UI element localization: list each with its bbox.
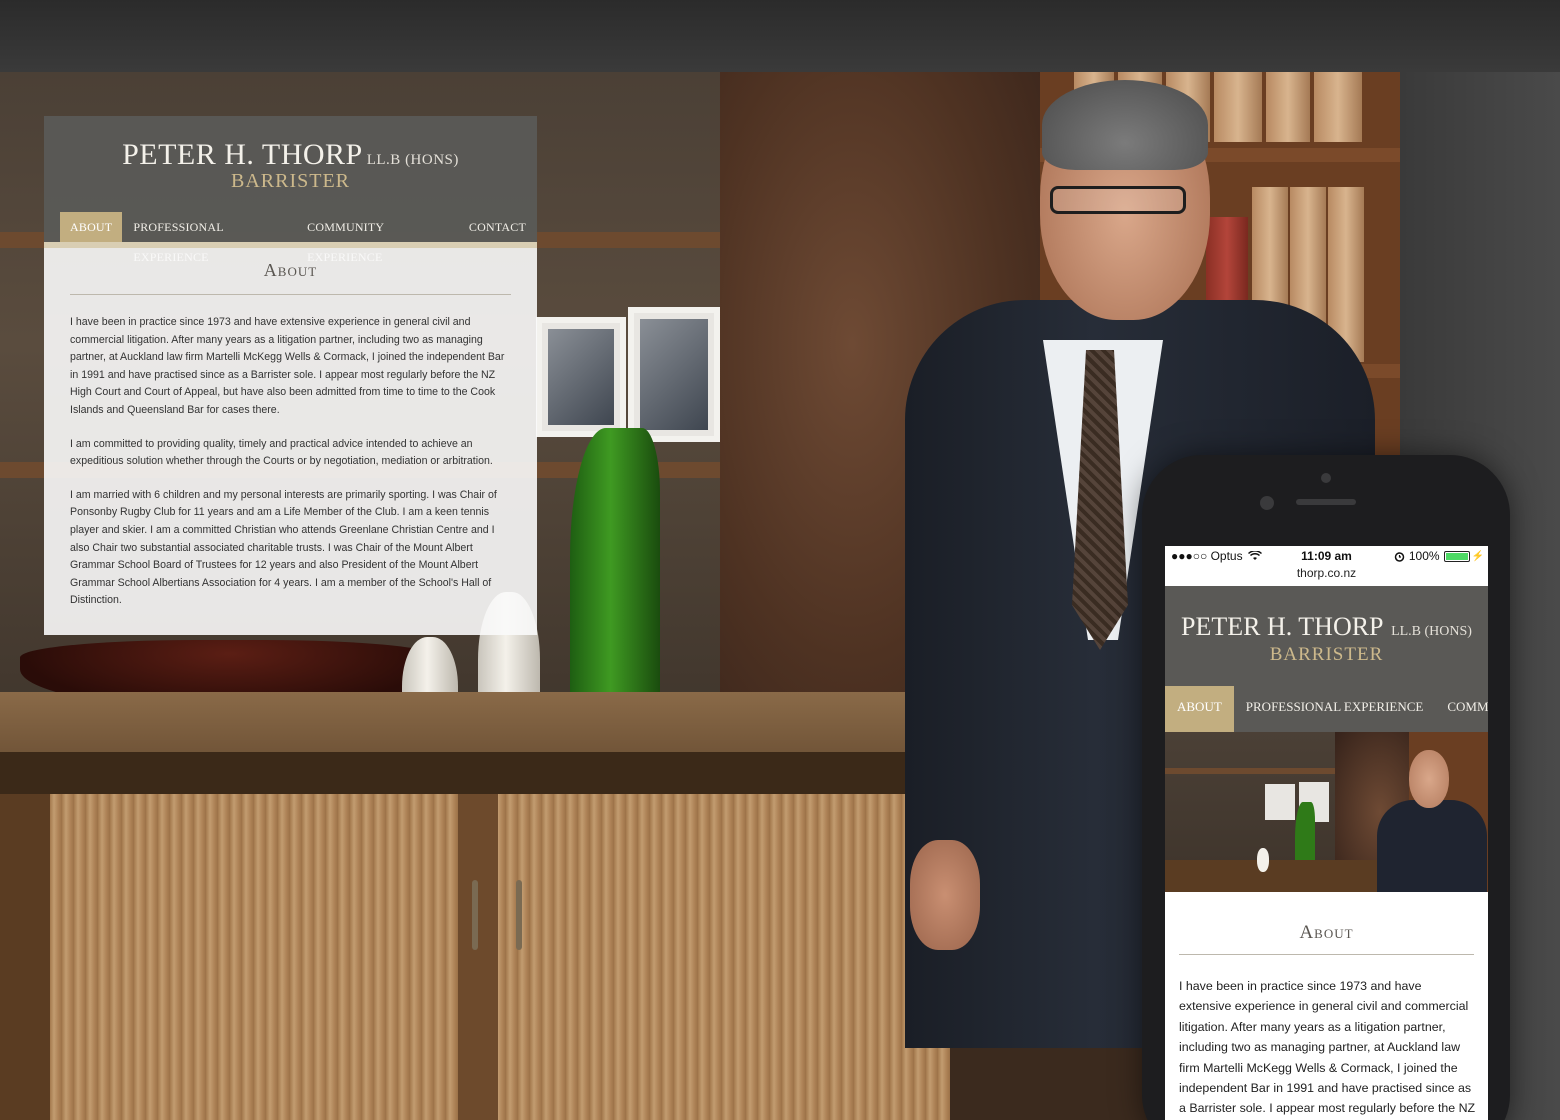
cabinet bbox=[0, 794, 50, 1120]
battery-status: 100% ⚡ bbox=[1394, 549, 1484, 563]
nav-community-experience[interactable]: COMMUNITY EXPERIENCE bbox=[297, 212, 458, 264]
site-role: BARRISTER bbox=[230, 170, 351, 192]
phone-sensor bbox=[1321, 473, 1331, 483]
about-paragraph: I have been in practice since 1973 and h… bbox=[70, 316, 505, 416]
phone-camera bbox=[1260, 496, 1274, 510]
mobile-heading-rule bbox=[1179, 954, 1474, 955]
man-hand bbox=[910, 840, 980, 950]
battery-icon bbox=[1443, 550, 1470, 562]
about-text: I have been in practice since 1973 and h… bbox=[70, 314, 514, 626]
mobile-nav: ABOUT PROFESSIONAL EXPERIENCE COMMU bbox=[1165, 686, 1488, 732]
mobile-content: About I have been in practice since 1973… bbox=[1165, 892, 1488, 1120]
url-bar[interactable]: thorp.co.nz bbox=[1165, 566, 1488, 580]
nav-professional-experience[interactable]: PROFESSIONAL EXPERIENCE bbox=[123, 212, 296, 264]
counter-edge bbox=[0, 752, 960, 794]
charging-icon: ⚡ bbox=[1471, 550, 1484, 562]
cabinet-handle bbox=[516, 880, 522, 950]
mobile-nav-professional-experience[interactable]: PROFESSIONAL EXPERIENCE bbox=[1234, 686, 1436, 732]
site-name[interactable]: PETER H. THORP LL.B (HONS) bbox=[44, 138, 537, 172]
phone-screen: ●●●○○ Optus 11:09 am 100% ⚡ thorp.co.nz … bbox=[1165, 546, 1488, 1120]
alarm-icon bbox=[1394, 551, 1405, 562]
about-paragraph: I am married with 6 children and my pers… bbox=[70, 488, 497, 607]
mobile-site-role: BARRISTER bbox=[1269, 644, 1384, 665]
mobile-header: PETER H. THORP LL.B (HONS) BARRISTER ABO… bbox=[1165, 586, 1488, 732]
picture-frame bbox=[536, 317, 626, 437]
mobile-site-quals: LL.B (HONS) bbox=[1391, 624, 1472, 639]
mobile-nav-community[interactable]: COMMU bbox=[1435, 686, 1488, 732]
site-content: About I have been in practice since 1973… bbox=[44, 248, 537, 635]
site-nav: ABOUT PROFESSIONAL EXPERIENCE COMMUNITY … bbox=[60, 212, 537, 264]
mobile-site-name[interactable]: PETER H. THORP LL.B (HONS) bbox=[1165, 612, 1488, 642]
status-bar: ●●●○○ Optus 11:09 am 100% ⚡ bbox=[1165, 546, 1488, 566]
man-hair bbox=[1042, 80, 1208, 170]
mobile-about-heading: About bbox=[1299, 922, 1354, 943]
nav-contact[interactable]: CONTACT bbox=[459, 212, 536, 242]
about-paragraph: I am committed to providing quality, tim… bbox=[70, 437, 493, 468]
desktop-site: PETER H. THORP LL.B (HONS) BARRISTER ABOU… bbox=[44, 116, 537, 635]
about-heading: About bbox=[263, 260, 318, 280]
cabinet-seam bbox=[458, 794, 498, 1120]
battery-percent: 100% bbox=[1408, 549, 1440, 563]
site-quals: LL.B (HONS) bbox=[366, 152, 459, 168]
phone-speaker bbox=[1296, 499, 1356, 505]
heading-rule bbox=[70, 294, 511, 295]
mobile-hero-photo bbox=[1165, 732, 1488, 892]
mobile-nav-about[interactable]: ABOUT bbox=[1165, 686, 1234, 732]
nav-about[interactable]: ABOUT bbox=[60, 212, 123, 242]
picture-frame bbox=[628, 307, 720, 442]
backdrop-top bbox=[0, 0, 1560, 72]
mobile-about-paragraph: I have been in practice since 1973 and h… bbox=[1179, 979, 1476, 1116]
glasses bbox=[1050, 186, 1186, 214]
cabinet-handle bbox=[472, 880, 478, 950]
site-header: PETER H. THORP LL.B (HONS) BARRISTER ABOU… bbox=[44, 116, 537, 264]
cabinet bbox=[50, 794, 950, 1120]
